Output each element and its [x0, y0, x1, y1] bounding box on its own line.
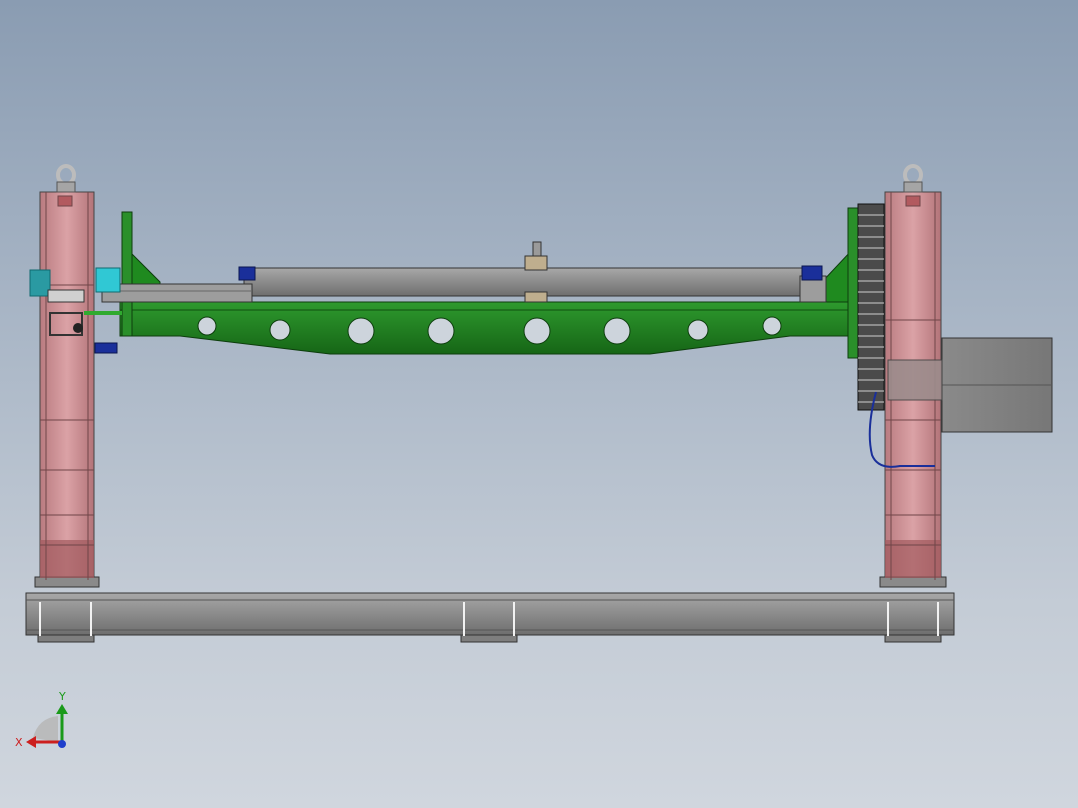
blue-sensor-icon — [94, 342, 118, 354]
hole-5 — [523, 317, 551, 345]
x-axis-label: X — [15, 736, 23, 749]
blue-bracket-right-icon — [801, 265, 823, 281]
hole-1 — [197, 316, 217, 336]
coordinate-triad: Y X — [15, 690, 68, 749]
base-rail[interactable] — [25, 592, 955, 643]
blue-bracket-left-icon — [238, 266, 256, 281]
cad-viewport[interactable]: Y X — [0, 0, 1078, 808]
left-column[interactable] — [34, 191, 100, 588]
slewing-gear-icon — [857, 203, 885, 411]
hole-3 — [347, 317, 375, 345]
left-lifting-eye-icon — [56, 164, 76, 193]
hole-4 — [427, 317, 455, 345]
right-lifting-eye-icon — [903, 164, 923, 193]
top-gray-beam[interactable] — [101, 267, 827, 303]
y-axis-label: Y — [58, 690, 66, 703]
hole-7 — [687, 319, 709, 341]
cad-model-view: Y X — [15, 164, 1053, 749]
hole-6 — [603, 317, 631, 345]
hole-8 — [762, 316, 782, 336]
hole-2 — [269, 319, 291, 341]
